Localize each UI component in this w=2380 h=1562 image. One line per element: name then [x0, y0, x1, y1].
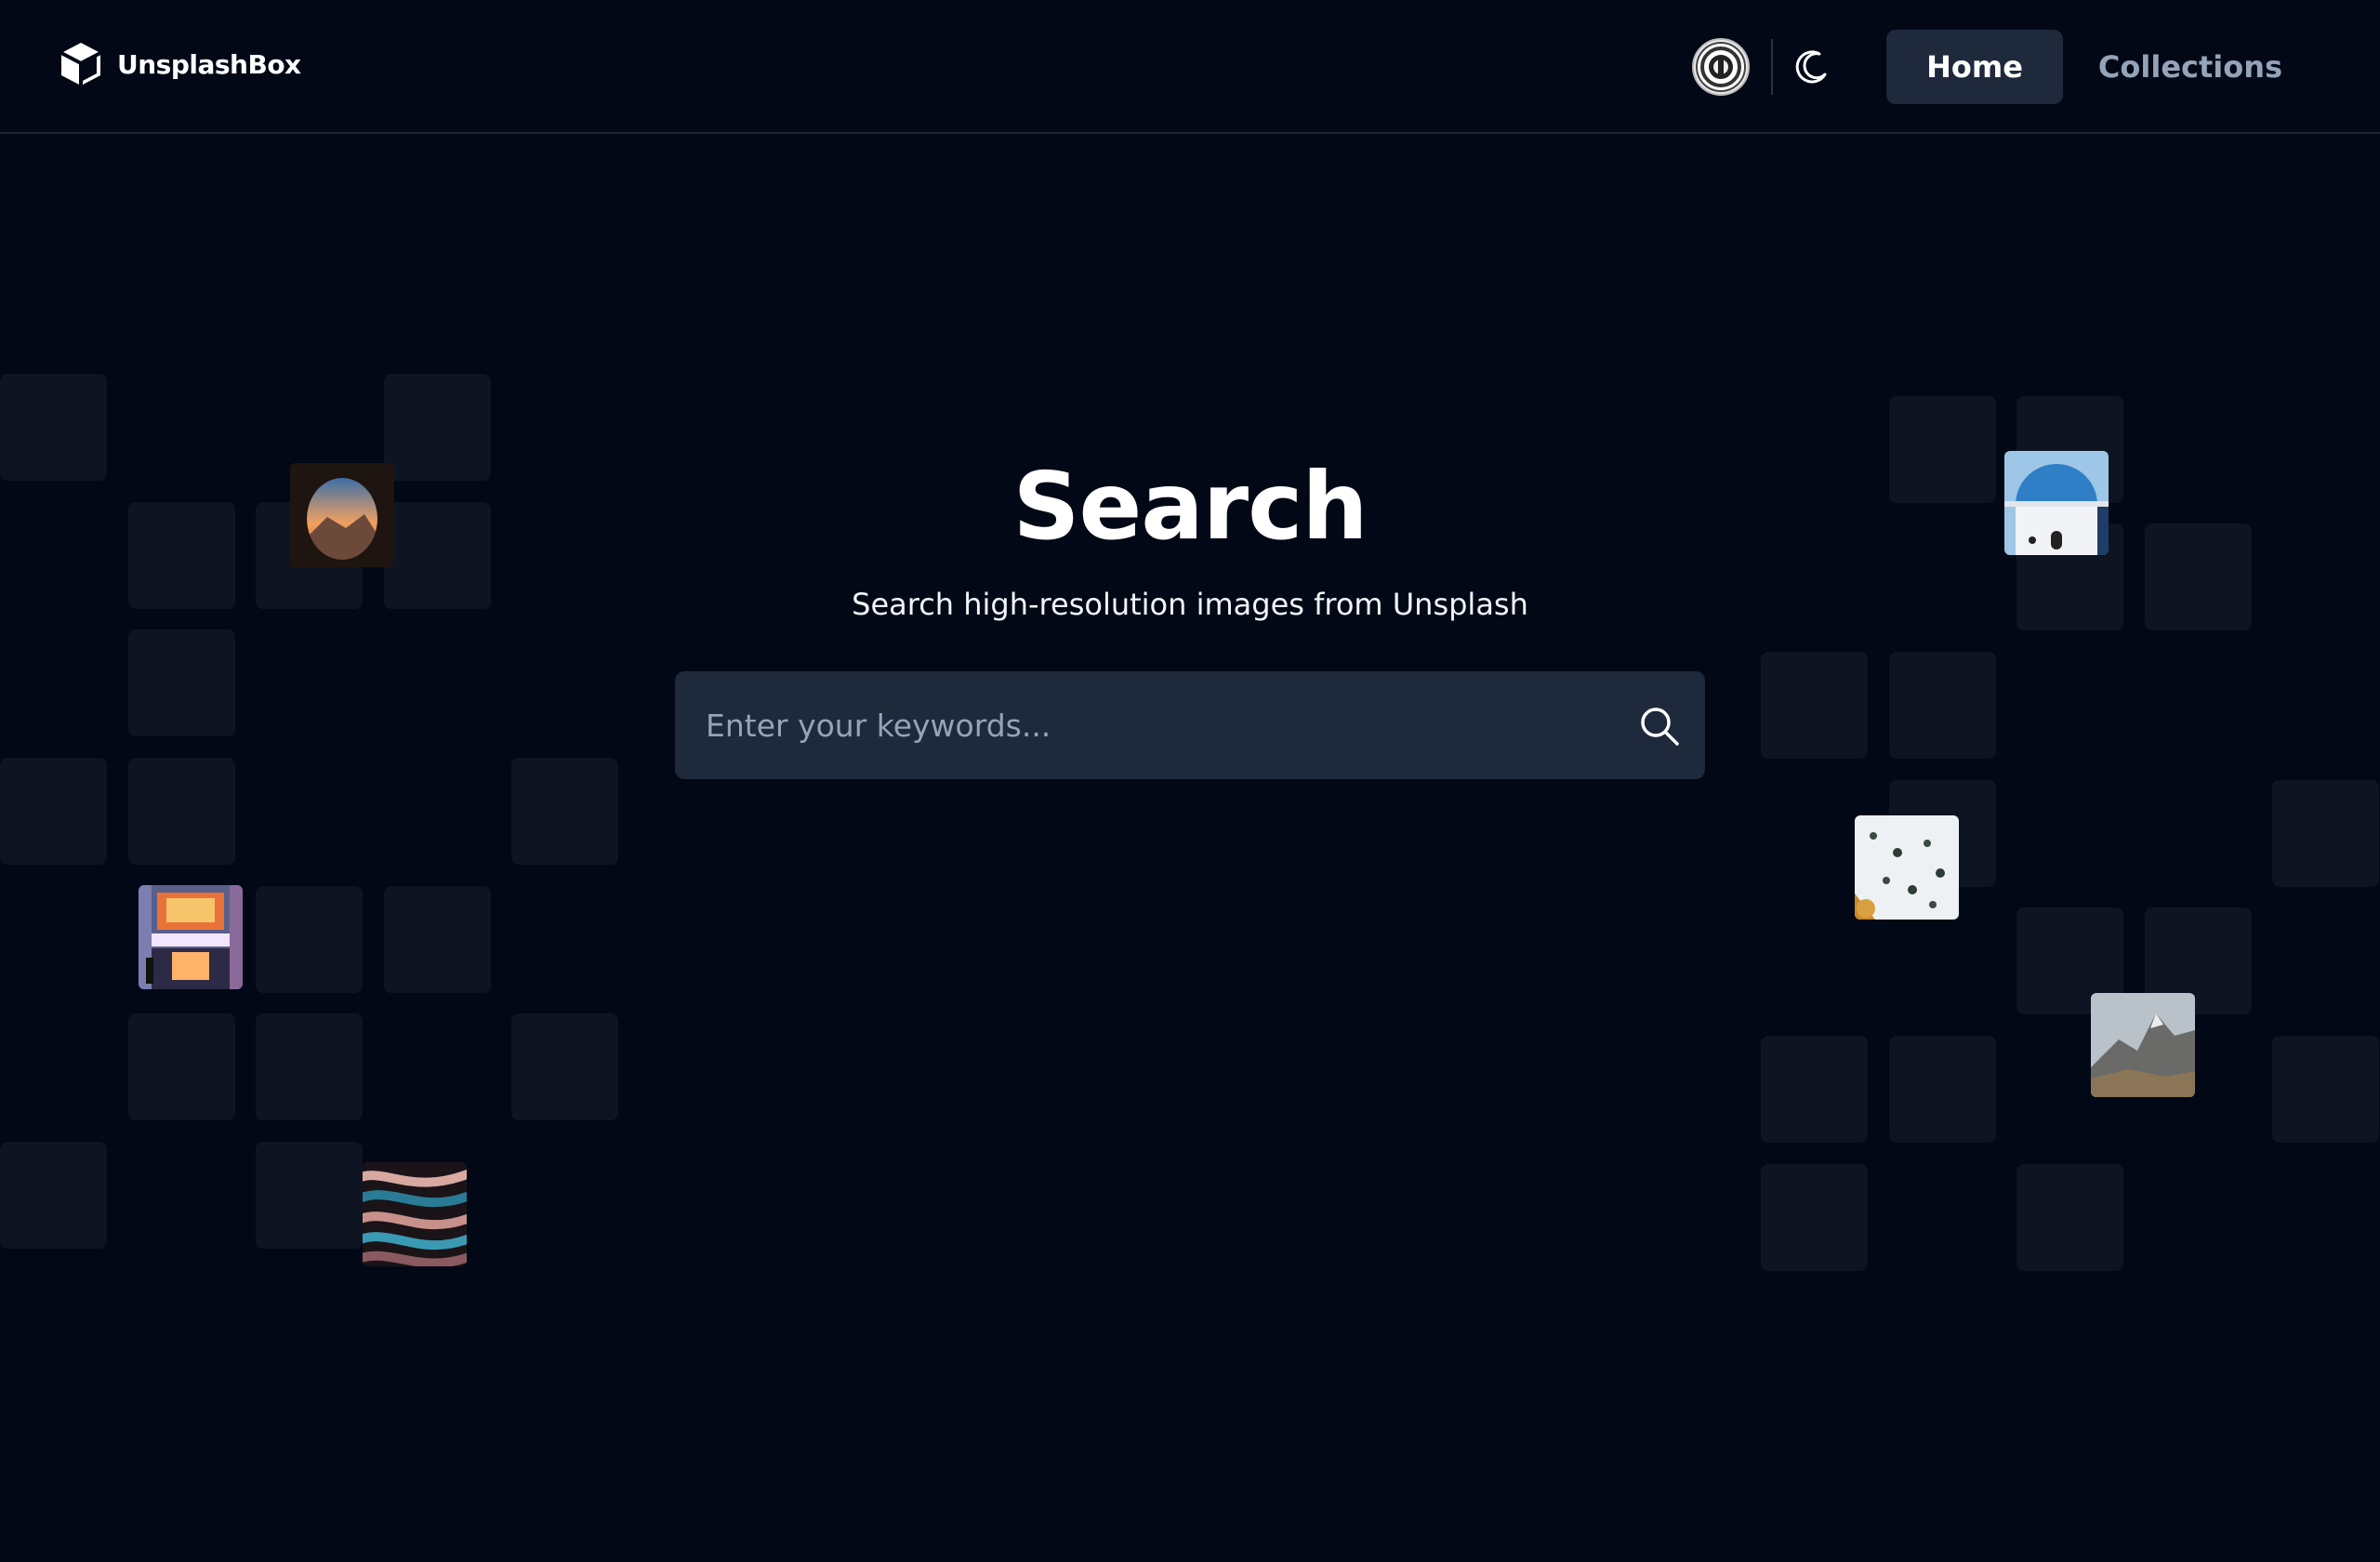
mosaic-tile [2016, 1164, 2123, 1271]
mosaic-tile [256, 1142, 363, 1249]
mosaic-tile [511, 758, 618, 865]
nav-home-button[interactable]: Home [1886, 30, 2063, 104]
header-divider [1771, 39, 1773, 95]
mosaic-tile [256, 886, 363, 993]
mosaic-tile [0, 1142, 107, 1249]
snowy-forest-photo [1855, 815, 1959, 920]
mosaic-tile [1761, 1036, 1868, 1143]
mosaic-tile [511, 1013, 618, 1120]
mosaic-tile [256, 1013, 363, 1120]
mountain-peak-photo [2091, 993, 2195, 1097]
mosaic-tile [0, 758, 107, 865]
mosaic-tile [2272, 1036, 2379, 1143]
top-navbar: UnsplashBox Home Collections [0, 0, 2380, 134]
page-title: Search [1012, 452, 1368, 561]
moon-icon [1793, 50, 1831, 89]
brand-name: UnsplashBox [117, 48, 301, 80]
abstract-waves-photo [363, 1162, 467, 1266]
search-input[interactable] [675, 671, 1605, 779]
mosaic-tile [128, 758, 235, 865]
search-bar [675, 671, 1705, 779]
mosaic-tile [384, 886, 491, 993]
mosaic-tile [2272, 780, 2379, 887]
page-subtitle: Search high-resolution images from Unspl… [852, 587, 1528, 622]
user-avatar[interactable] [1692, 38, 1750, 96]
cube-icon [60, 41, 102, 87]
neon-storefront-photo [139, 885, 243, 989]
mosaic-tile [1761, 652, 1868, 759]
nav-collections-link[interactable]: Collections [2088, 30, 2293, 104]
mosaic-tile [128, 629, 235, 736]
search-icon[interactable] [1638, 705, 1681, 748]
mosaic-tile [1889, 652, 1996, 759]
theme-toggle-button[interactable] [1793, 46, 1831, 86]
mosaic-tile [128, 1013, 235, 1120]
mosaic-tile [1889, 1036, 1996, 1143]
mosaic-tile [1761, 1164, 1868, 1271]
brand-logo-link[interactable]: UnsplashBox [60, 41, 301, 87]
